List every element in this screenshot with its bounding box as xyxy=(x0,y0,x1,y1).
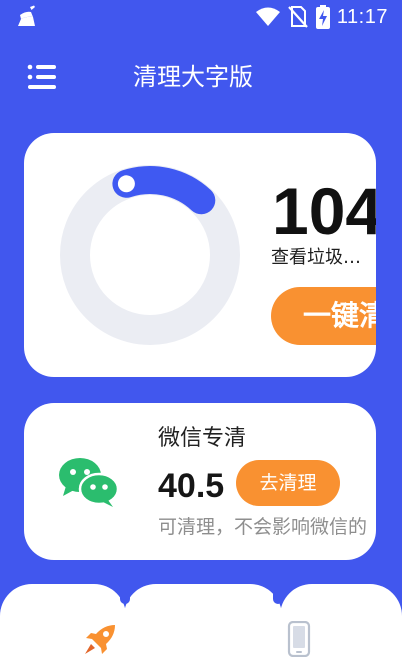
menu-icon[interactable] xyxy=(26,62,58,92)
junk-progress-ring xyxy=(60,165,240,345)
broom-icon xyxy=(18,5,35,26)
bottom-navigation xyxy=(0,584,402,659)
battery-charging-icon xyxy=(315,5,330,29)
no-sim-icon xyxy=(288,6,308,28)
wechat-clean-button[interactable]: 去清理 xyxy=(236,460,340,506)
rocket-icon[interactable] xyxy=(82,624,116,656)
junk-size-value: 104. xyxy=(272,174,376,248)
status-bar: 11:17 xyxy=(0,0,402,34)
tab-middle[interactable] xyxy=(124,584,282,659)
wechat-clean-card[interactable]: 微信专清 40.5 去清理 可清理，不会影响微信的 xyxy=(24,403,376,560)
one-click-clean-button[interactable]: 一键清理 xyxy=(271,287,376,345)
junk-summary-card[interactable]: 104. 查看垃圾… 一键清理 xyxy=(24,133,376,377)
wechat-icon xyxy=(59,458,118,507)
wifi-icon xyxy=(255,7,280,26)
clock: 11:17 xyxy=(336,5,388,28)
app-header: 清理大字版 xyxy=(0,34,402,120)
tab-divider xyxy=(120,584,130,604)
phone-icon[interactable] xyxy=(287,621,311,657)
wechat-card-title: 微信专清 xyxy=(158,426,247,451)
wechat-card-description: 可清理，不会影响微信的 xyxy=(158,516,368,538)
view-junk-link[interactable]: 查看垃圾… xyxy=(271,245,361,271)
app-title: 清理大字版 xyxy=(133,63,253,91)
wechat-junk-size: 40.5 xyxy=(158,467,225,505)
tab-divider xyxy=(273,584,283,604)
